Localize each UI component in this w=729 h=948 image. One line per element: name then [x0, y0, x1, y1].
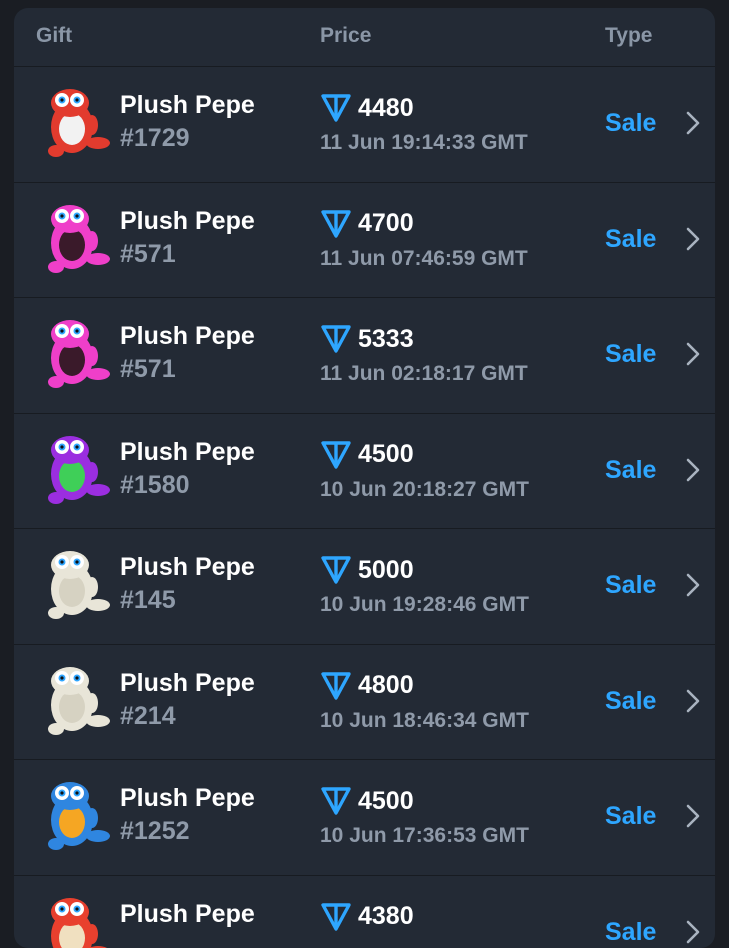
timestamp: 10 Jun 19:28:46 GMT — [320, 593, 529, 617]
gift-number: #1729 — [120, 124, 190, 153]
column-header-price: Price — [320, 24, 371, 48]
column-header-type: Type — [605, 24, 652, 48]
price-value: 5333 — [358, 325, 414, 354]
gift-name: Plush Pepe — [120, 438, 255, 467]
timestamp: 11 Jun 07:46:59 GMT — [320, 247, 528, 271]
price: 4480 — [320, 93, 414, 123]
plush-pepe-icon — [32, 659, 118, 745]
chevron-right-icon — [685, 919, 701, 945]
ton-icon — [320, 93, 352, 123]
ton-icon — [320, 440, 352, 470]
price-value: 4500 — [358, 787, 414, 816]
price: 4700 — [320, 209, 414, 239]
ton-icon — [320, 555, 352, 585]
price: 5333 — [320, 324, 414, 354]
gift-name: Plush Pepe — [120, 207, 255, 236]
plush-pepe-icon — [32, 543, 118, 629]
plush-pepe-icon — [32, 197, 118, 283]
type-label: Sale — [605, 918, 656, 947]
table-row[interactable]: Plush Pepe #1252 4500 10 Jun 17:36:53 GM… — [14, 759, 715, 875]
plush-pepe-icon — [32, 774, 118, 860]
price-value: 4500 — [358, 440, 414, 469]
ton-icon — [320, 786, 352, 816]
table-row[interactable]: Plush Pepe #571 5333 11 Jun 02:18:17 GMT… — [14, 297, 715, 413]
column-header-gift: Gift — [36, 24, 72, 48]
gift-name: Plush Pepe — [120, 900, 255, 929]
plush-pepe-icon — [32, 81, 118, 167]
chevron-right-icon — [685, 803, 701, 829]
ton-icon — [320, 324, 352, 354]
gift-name: Plush Pepe — [120, 91, 255, 120]
chevron-right-icon — [685, 457, 701, 483]
gift-name: Plush Pepe — [120, 669, 255, 698]
type-label: Sale — [605, 571, 656, 600]
price: 5000 — [320, 555, 414, 585]
type-label: Sale — [605, 687, 656, 716]
gift-sales-table: Gift Price Type Plush Pepe #1729 — [14, 8, 715, 948]
price-value: 4700 — [358, 209, 414, 238]
price-value: 4480 — [358, 94, 414, 123]
type-label: Sale — [605, 340, 656, 369]
price: 4500 — [320, 440, 414, 470]
table-row[interactable]: Plush Pepe 4380 Sale — [14, 875, 715, 948]
chevron-right-icon — [685, 226, 701, 252]
gift-number: #145 — [120, 586, 176, 615]
price: 4500 — [320, 786, 414, 816]
gift-number: #1252 — [120, 817, 190, 846]
gift-number: #214 — [120, 702, 176, 731]
plush-pepe-icon — [32, 312, 118, 398]
type-label: Sale — [605, 109, 656, 138]
table-header: Gift Price Type — [14, 8, 715, 66]
table-row[interactable]: Plush Pepe #1729 4480 11 Jun 19:14:33 GM… — [14, 66, 715, 182]
chevron-right-icon — [685, 572, 701, 598]
type-label: Sale — [605, 456, 656, 485]
chevron-right-icon — [685, 110, 701, 136]
timestamp: 10 Jun 17:36:53 GMT — [320, 824, 529, 848]
type-label: Sale — [605, 802, 656, 831]
table-row[interactable]: Plush Pepe #1580 4500 10 Jun 20:18:27 GM… — [14, 413, 715, 529]
table-row[interactable]: Plush Pepe #145 5000 10 Jun 19:28:46 GMT… — [14, 528, 715, 644]
plush-pepe-icon — [32, 428, 118, 514]
ton-icon — [320, 671, 352, 701]
timestamp: 11 Jun 02:18:17 GMT — [320, 362, 528, 386]
gift-name: Plush Pepe — [120, 322, 255, 351]
price: 4380 — [320, 902, 414, 932]
ton-icon — [320, 209, 352, 239]
price-value: 4380 — [358, 902, 414, 931]
price-value: 4800 — [358, 671, 414, 700]
gift-number: #571 — [120, 355, 176, 384]
chevron-right-icon — [685, 341, 701, 367]
gift-number: #571 — [120, 240, 176, 269]
timestamp: 10 Jun 20:18:27 GMT — [320, 478, 529, 502]
type-label: Sale — [605, 225, 656, 254]
chevron-right-icon — [685, 688, 701, 714]
price: 4800 — [320, 671, 414, 701]
gift-name: Plush Pepe — [120, 784, 255, 813]
timestamp: 10 Jun 18:46:34 GMT — [320, 709, 529, 733]
gift-number: #1580 — [120, 471, 190, 500]
price-value: 5000 — [358, 556, 414, 585]
plush-pepe-icon — [32, 890, 118, 948]
table-row[interactable]: Plush Pepe #214 4800 10 Jun 18:46:34 GMT… — [14, 644, 715, 760]
timestamp: 11 Jun 19:14:33 GMT — [320, 131, 528, 155]
gift-name: Plush Pepe — [120, 553, 255, 582]
table-row[interactable]: Plush Pepe #571 4700 11 Jun 07:46:59 GMT… — [14, 182, 715, 298]
ton-icon — [320, 902, 352, 932]
